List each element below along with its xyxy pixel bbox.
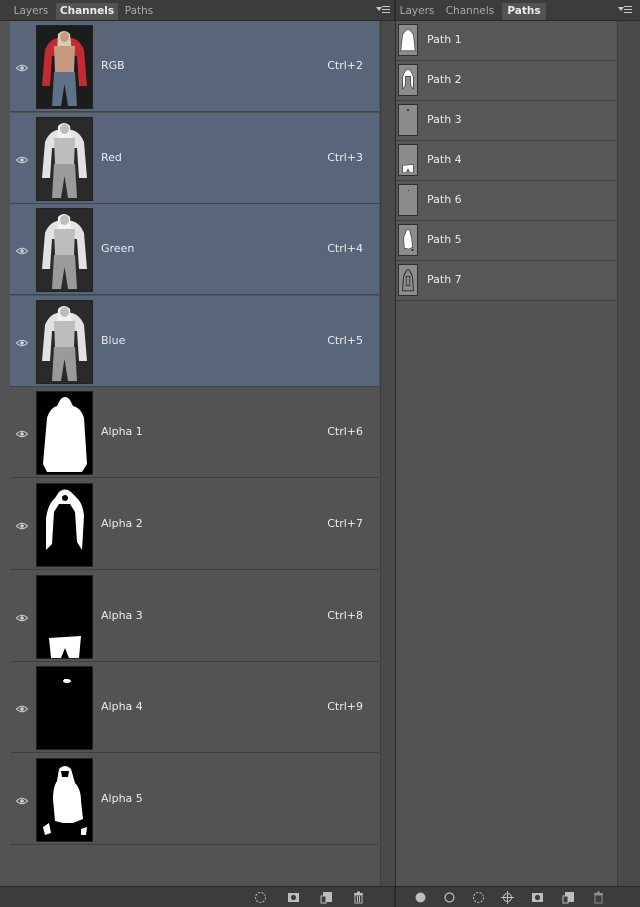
visibility-eye-icon[interactable] bbox=[15, 703, 29, 713]
channel-shortcut: Ctrl+6 bbox=[327, 425, 363, 439]
channel-name: Red bbox=[101, 150, 122, 164]
channel-shortcut: Ctrl+2 bbox=[327, 59, 363, 72]
channels-panel-tabbar: Layers Channels Paths bbox=[0, 0, 394, 21]
channel-row[interactable]: Alpha 4 Ctrl+9 bbox=[10, 662, 379, 754]
load-selection-icon[interactable] bbox=[254, 891, 267, 904]
channel-name: Blue bbox=[101, 333, 126, 347]
tab-layers[interactable]: Layers bbox=[397, 3, 437, 20]
channel-thumbnail bbox=[36, 574, 93, 659]
path-row[interactable]: Path 4 bbox=[396, 141, 616, 181]
channel-shortcut: Ctrl+5 bbox=[327, 333, 363, 347]
paths-panel-tabbar: Layers Channels Paths bbox=[396, 0, 640, 21]
path-thumbnail bbox=[398, 24, 418, 56]
channel-shortcut: Ctrl+4 bbox=[327, 242, 363, 256]
channel-row[interactable]: Green Ctrl+4 bbox=[10, 204, 379, 296]
visibility-eye-icon[interactable] bbox=[15, 62, 29, 72]
channel-row[interactable]: Alpha 1 Ctrl+6 bbox=[10, 387, 379, 479]
visibility-eye-icon[interactable] bbox=[15, 154, 29, 163]
channel-shortcut: Ctrl+9 bbox=[327, 700, 363, 714]
path-name: Path 4 bbox=[427, 153, 462, 166]
path-thumbnail bbox=[398, 144, 418, 176]
path-thumbnail bbox=[398, 224, 418, 256]
make-work-path-icon[interactable] bbox=[501, 891, 514, 904]
channel-shortcut: Ctrl+3 bbox=[327, 150, 363, 164]
path-name: Path 1 bbox=[427, 33, 462, 46]
visibility-eye-icon[interactable] bbox=[15, 612, 29, 621]
path-row[interactable]: Path 5 bbox=[396, 221, 616, 261]
tab-paths[interactable]: Paths bbox=[119, 3, 159, 20]
channel-name: RGB bbox=[101, 59, 125, 72]
path-name: Path 6 bbox=[427, 193, 462, 206]
delete-channel-icon[interactable] bbox=[352, 891, 365, 904]
path-thumbnail bbox=[398, 184, 418, 216]
channels-scrollbar[interactable] bbox=[380, 21, 395, 886]
channel-row[interactable]: Alpha 5 bbox=[10, 754, 379, 845]
paths-panel: Layers Channels Paths Path 1 Path 2 Path 3… bbox=[396, 0, 640, 907]
paths-bottom-toolbar bbox=[396, 886, 640, 907]
channel-thumbnail bbox=[36, 208, 93, 293]
load-path-as-selection-icon[interactable] bbox=[472, 891, 485, 904]
channel-thumbnail bbox=[36, 666, 93, 751]
path-row[interactable]: Path 1 bbox=[396, 21, 616, 61]
channel-shortcut: Ctrl+7 bbox=[327, 517, 363, 530]
channel-thumbnail bbox=[36, 757, 93, 842]
channel-name: Alpha 3 bbox=[101, 608, 143, 622]
channel-row[interactable]: RGB Ctrl+2 bbox=[10, 21, 379, 112]
stroke-path-icon[interactable] bbox=[443, 891, 456, 904]
channel-name: Green bbox=[101, 242, 135, 256]
channel-name: Alpha 2 bbox=[101, 517, 143, 530]
path-thumbnail bbox=[398, 264, 418, 296]
save-selection-icon[interactable] bbox=[287, 891, 300, 904]
add-mask-icon[interactable] bbox=[531, 891, 544, 904]
path-thumbnail bbox=[398, 104, 418, 136]
tab-paths[interactable]: Paths bbox=[502, 3, 546, 20]
channel-thumbnail bbox=[36, 116, 93, 201]
panel-menu-icon[interactable] bbox=[618, 4, 632, 15]
channel-row[interactable]: Blue Ctrl+5 bbox=[10, 295, 379, 387]
path-name: Path 3 bbox=[427, 113, 462, 126]
path-thumbnail bbox=[398, 64, 418, 96]
visibility-eye-icon[interactable] bbox=[15, 520, 29, 530]
paths-scrollbar[interactable] bbox=[617, 21, 640, 886]
tab-channels[interactable]: Channels bbox=[442, 3, 498, 20]
visibility-eye-icon[interactable] bbox=[15, 245, 29, 255]
new-path-icon[interactable] bbox=[562, 891, 575, 904]
channel-name: Alpha 4 bbox=[101, 700, 143, 714]
channel-row[interactable]: Red Ctrl+3 bbox=[10, 112, 379, 204]
channel-name: Alpha 1 bbox=[101, 425, 143, 439]
visibility-eye-icon[interactable] bbox=[15, 795, 29, 805]
channel-thumbnail bbox=[36, 483, 93, 567]
panel-menu-icon[interactable] bbox=[376, 4, 390, 15]
tab-layers[interactable]: Layers bbox=[9, 3, 53, 20]
channels-bottom-toolbar bbox=[0, 886, 394, 907]
path-name: Path 2 bbox=[427, 73, 462, 86]
path-row[interactable]: Path 6 bbox=[396, 181, 616, 221]
channel-shortcut: Ctrl+8 bbox=[327, 608, 363, 622]
fill-path-icon[interactable] bbox=[414, 891, 427, 904]
channel-row[interactable]: Alpha 3 Ctrl+8 bbox=[10, 571, 379, 662]
channels-panel: Layers Channels Paths RGB Ctrl+2 Red Ctrl+… bbox=[0, 0, 395, 907]
channel-row[interactable]: Alpha 2 Ctrl+7 bbox=[10, 479, 379, 570]
new-channel-icon[interactable] bbox=[320, 891, 333, 904]
channel-name: Alpha 5 bbox=[101, 791, 143, 805]
path-name: Path 5 bbox=[427, 233, 462, 246]
path-name: Path 7 bbox=[427, 273, 462, 286]
visibility-eye-icon[interactable] bbox=[15, 428, 29, 438]
path-row[interactable]: Path 2 bbox=[396, 61, 616, 101]
delete-path-icon[interactable] bbox=[592, 891, 605, 904]
tab-channels[interactable]: Channels bbox=[56, 3, 118, 20]
channel-thumbnail bbox=[36, 391, 93, 476]
path-row[interactable]: Path 7 bbox=[396, 261, 616, 301]
channel-thumbnail bbox=[36, 299, 93, 384]
visibility-eye-icon[interactable] bbox=[15, 337, 29, 347]
channel-thumbnail bbox=[36, 25, 93, 109]
path-row[interactable]: Path 3 bbox=[396, 101, 616, 141]
